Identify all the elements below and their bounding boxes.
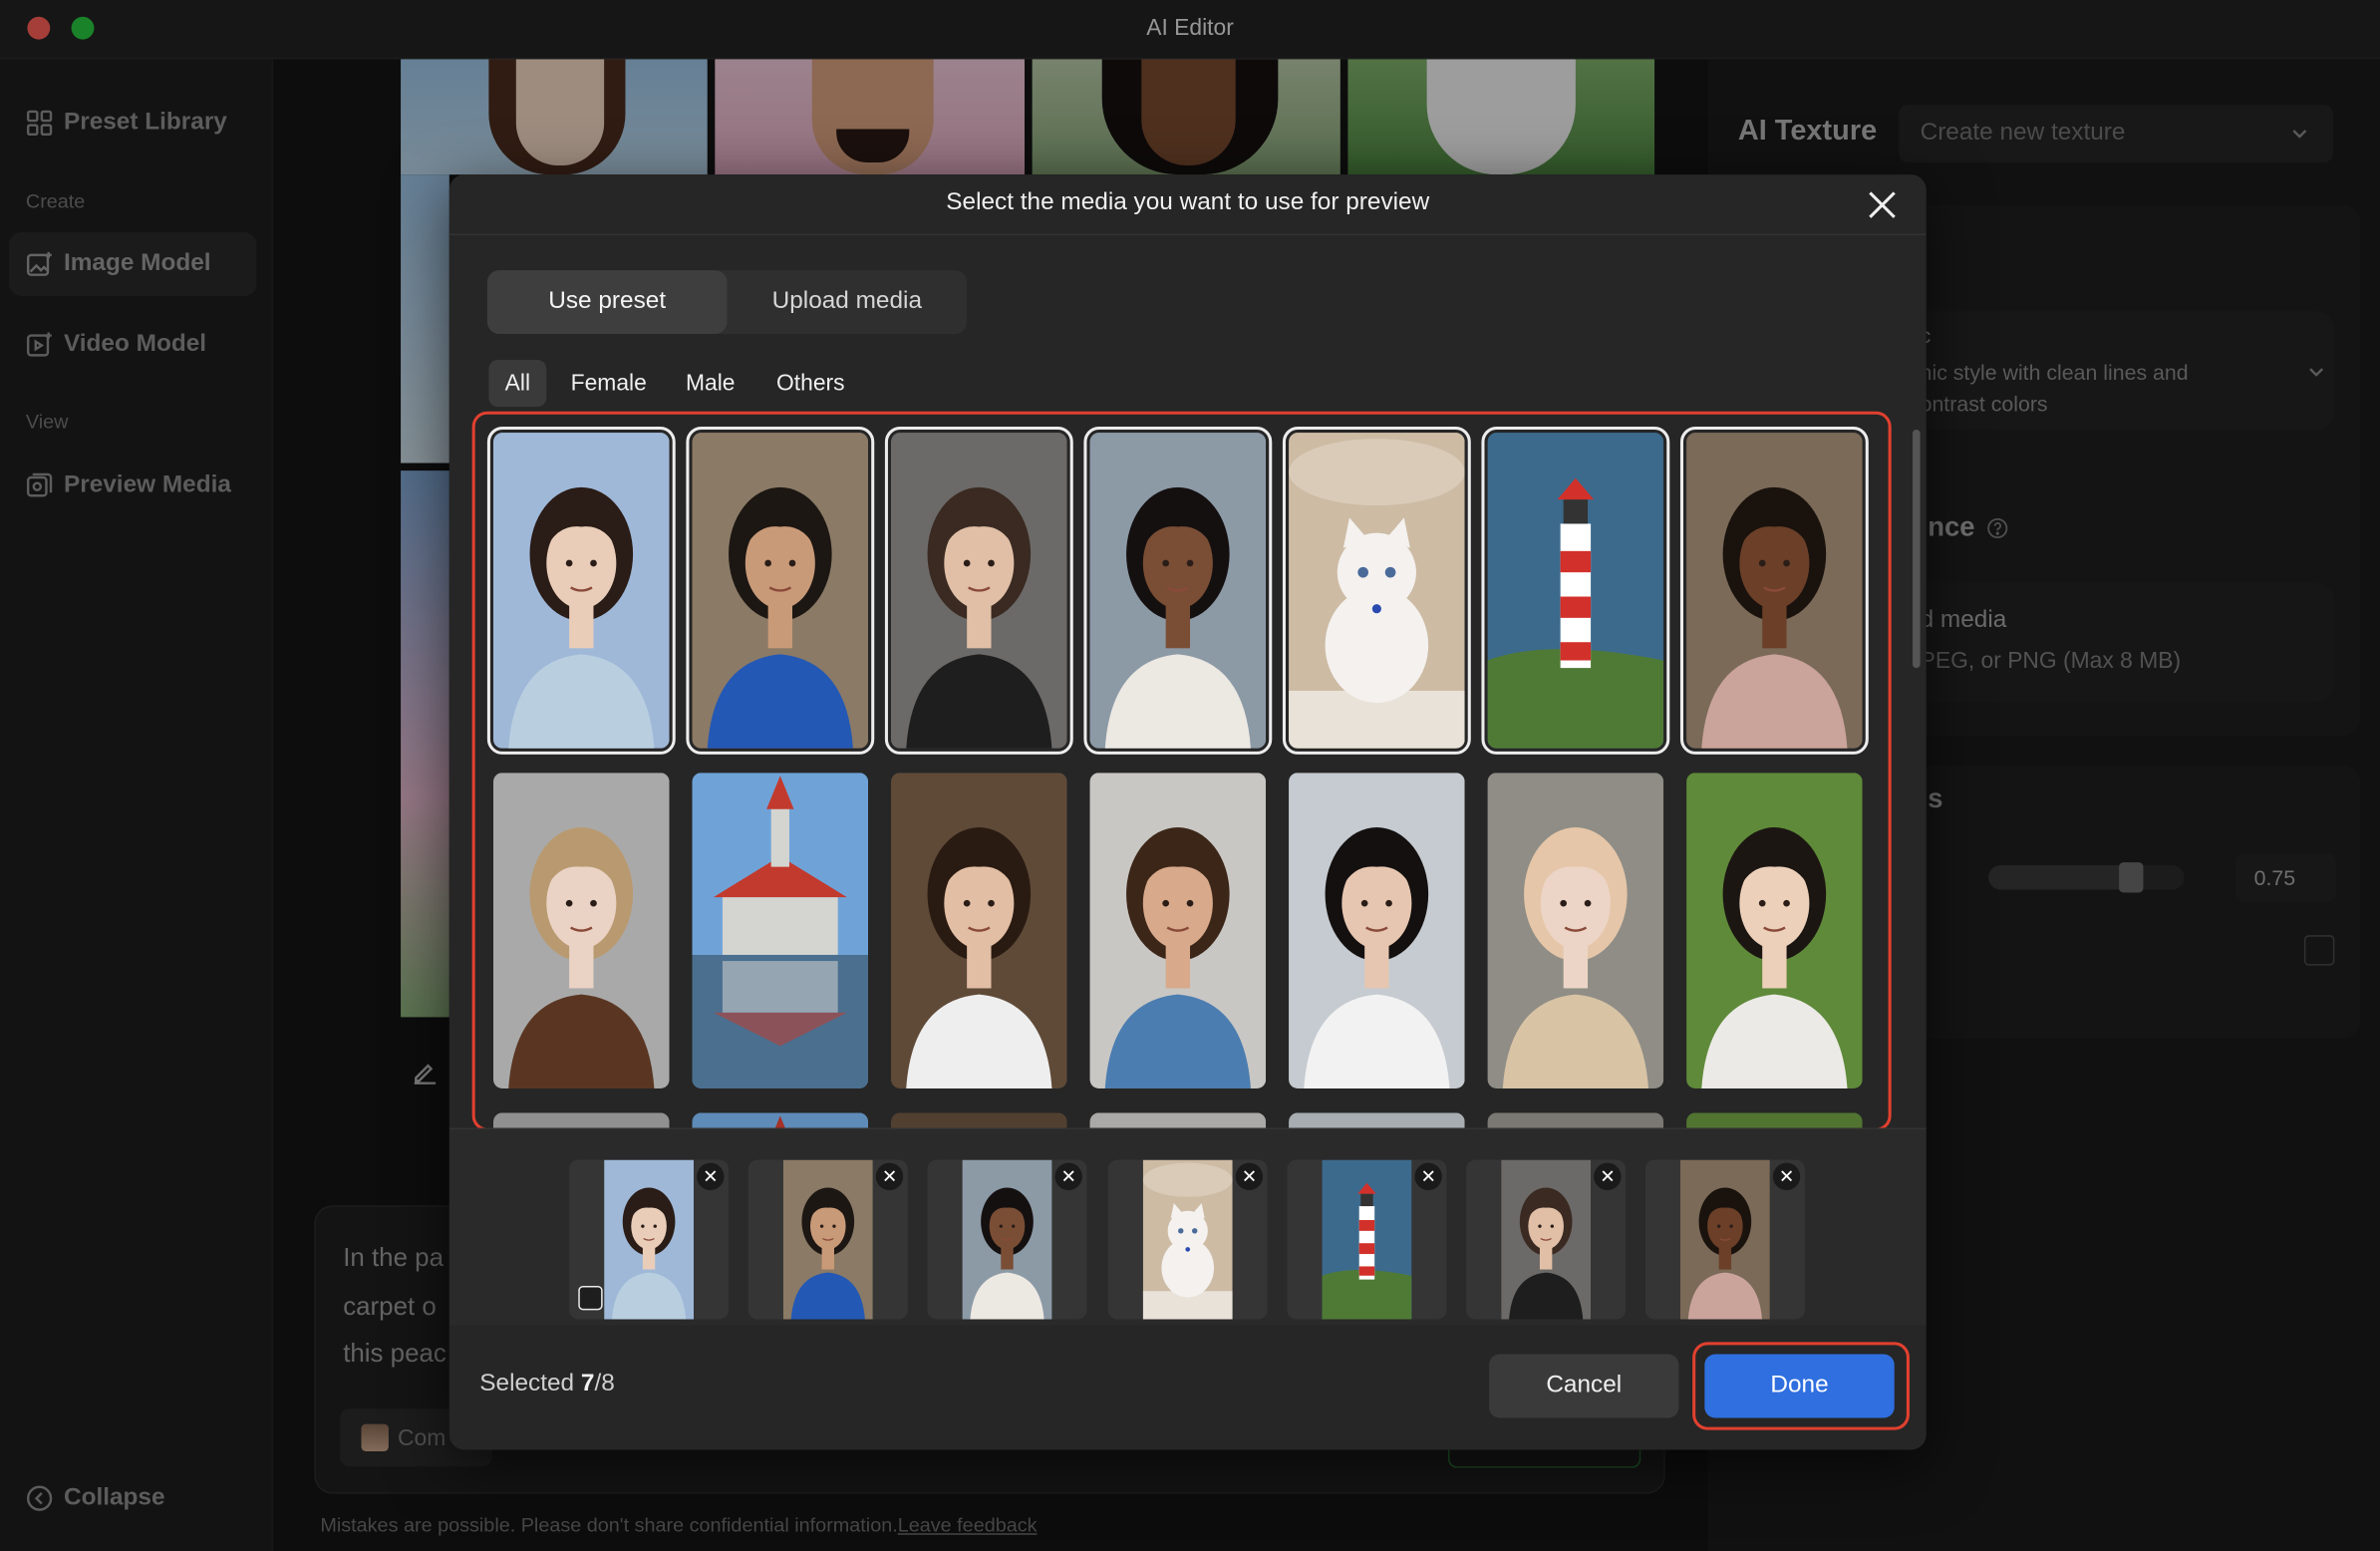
preset-tile-woman-curly-denim[interactable] xyxy=(1089,773,1267,1088)
preset-tile-church-reflection[interactable] xyxy=(692,773,869,1088)
selected-thumbnail xyxy=(1501,1159,1592,1320)
selected-item-lighthouse-sea[interactable]: ✕ xyxy=(1287,1159,1447,1320)
selected-thumbnail xyxy=(1322,1159,1412,1320)
remove-icon[interactable]: ✕ xyxy=(1235,1162,1264,1191)
preset-grid xyxy=(471,411,1892,1131)
selected-number: 7 xyxy=(580,1371,595,1397)
close-icon[interactable] xyxy=(1866,188,1900,222)
preset-tile-woman-long-hair-sky[interactable] xyxy=(486,426,676,755)
selected-total: /8 xyxy=(594,1371,615,1397)
preset-tile-man-white-sweater[interactable] xyxy=(891,773,1067,1088)
selected-item-man-blue-hoodie[interactable]: ✕ xyxy=(747,1159,908,1320)
filter-male[interactable]: Male xyxy=(674,360,746,407)
selected-thumbnail xyxy=(604,1159,694,1320)
cancel-button[interactable]: Cancel xyxy=(1489,1354,1679,1418)
remove-icon[interactable]: ✕ xyxy=(1594,1162,1622,1191)
dialog-title: Select the media you want to use for pre… xyxy=(946,189,1430,216)
done-button[interactable]: Done xyxy=(1704,1354,1895,1418)
remove-icon[interactable]: ✕ xyxy=(697,1162,725,1191)
filter-female[interactable]: Female xyxy=(558,360,659,407)
preset-tile-man-blue-hoodie[interactable] xyxy=(686,426,875,755)
selected-item-woman-black-top[interactable]: ✕ xyxy=(1466,1159,1627,1320)
select-media-dialog: Select the media you want to use for pre… xyxy=(448,174,1927,1450)
dialog-header: Select the media you want to use for pre… xyxy=(448,174,1927,236)
preset-tile-woman-afro-white-cardigan[interactable] xyxy=(1083,426,1273,755)
selected-thumbnail xyxy=(962,1159,1052,1320)
selected-item-man-smiling-pink-tee[interactable]: ✕ xyxy=(1644,1159,1805,1320)
source-tabs: Use preset Upload media xyxy=(486,270,968,335)
preset-tile-woman-beige-dress[interactable] xyxy=(1487,773,1664,1088)
filter-all[interactable]: All xyxy=(488,359,547,408)
remove-icon[interactable]: ✕ xyxy=(1054,1162,1082,1191)
preset-tile-white-kitten[interactable] xyxy=(1282,426,1471,755)
preset-tile-woman-city-graphic-tee[interactable] xyxy=(1289,773,1465,1088)
selected-prefix: Selected xyxy=(479,1371,581,1397)
preset-tile-woman-blonde-brown-blazer[interactable] xyxy=(492,773,670,1088)
selected-thumbnail xyxy=(1679,1159,1770,1320)
grid-scrollbar[interactable] xyxy=(1912,430,1921,669)
remove-icon[interactable]: ✕ xyxy=(1414,1162,1442,1191)
selected-item-woman-afro-white-cardigan[interactable]: ✕ xyxy=(927,1159,1087,1320)
selected-item-white-kitten[interactable]: ✕ xyxy=(1107,1159,1268,1320)
tab-use-preset[interactable]: Use preset xyxy=(486,270,728,335)
selected-count: Selected 7/8 xyxy=(479,1371,614,1397)
dialog-footer: Selected 7/8 Cancel Done xyxy=(449,1326,1927,1450)
preset-tile-lighthouse-sea[interactable] xyxy=(1481,426,1670,755)
preset-tile-woman-black-top[interactable] xyxy=(884,426,1073,755)
preset-tile-man-white-tee-greenery[interactable] xyxy=(1686,773,1863,1088)
selected-thumbnail xyxy=(782,1159,873,1320)
remove-icon[interactable]: ✕ xyxy=(1772,1162,1801,1191)
tab-upload-media[interactable]: Upload media xyxy=(728,270,968,334)
filter-others[interactable]: Others xyxy=(765,360,856,407)
remove-icon[interactable]: ✕ xyxy=(875,1162,904,1191)
selected-item-woman-long-hair-sky[interactable]: ✕ xyxy=(569,1159,730,1320)
primary-media-icon xyxy=(578,1285,603,1311)
selected-tray: ✕ ✕ ✕ ✕ ✕ ✕ ✕ xyxy=(448,1127,1927,1326)
preset-tile-man-smiling-pink-tee[interactable] xyxy=(1679,426,1869,755)
selected-thumbnail xyxy=(1142,1159,1233,1320)
